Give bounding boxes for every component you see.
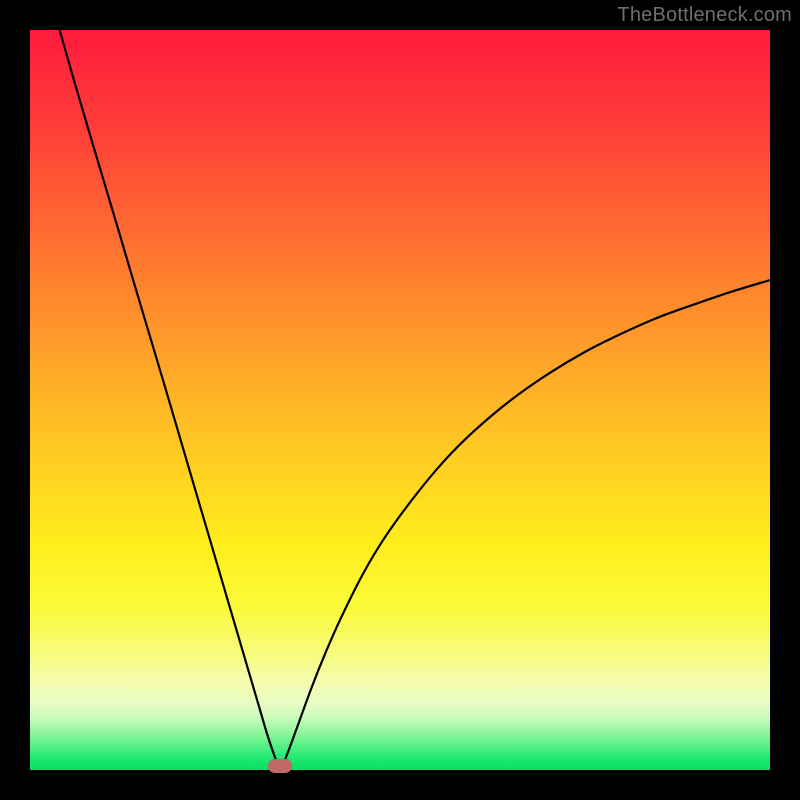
curve-path	[60, 30, 770, 769]
chart-frame: TheBottleneck.com	[0, 0, 800, 800]
optimal-point-marker	[268, 759, 292, 773]
bottleneck-curve	[30, 30, 770, 770]
watermark-text: TheBottleneck.com	[617, 4, 792, 27]
plot-area	[30, 30, 770, 770]
